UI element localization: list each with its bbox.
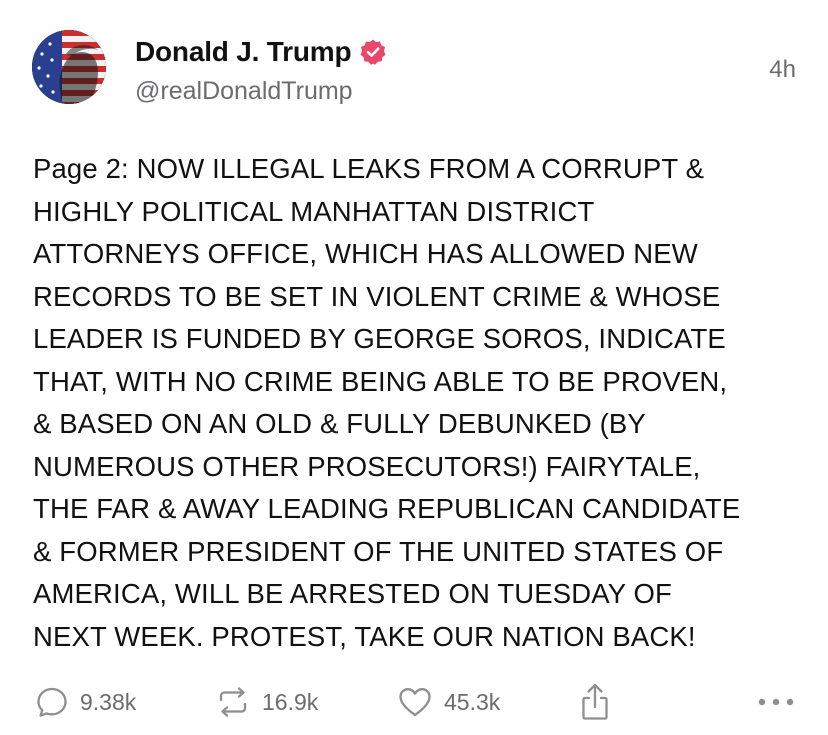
- post-body-text: Page 2: NOW ILLEGAL LEAKS FROM A CORRUPT…: [33, 153, 741, 652]
- post-card: Donald J. Trump @realDonaldTrump 4h Page…: [0, 0, 828, 735]
- like-count: 45.3k: [444, 688, 501, 715]
- reply-bubble-icon: [34, 684, 70, 720]
- share-icon: [578, 682, 612, 722]
- verified-badge-icon: [359, 38, 387, 66]
- user-handle[interactable]: @realDonaldTrump: [135, 77, 353, 106]
- heart-icon: [396, 684, 434, 720]
- post-timestamp[interactable]: 4h: [769, 56, 796, 84]
- author-row: Donald J. Trump: [135, 34, 387, 70]
- avatar-image: [32, 30, 106, 104]
- retruth-icon: [214, 684, 252, 720]
- reply-button[interactable]: 9.38k: [34, 680, 136, 724]
- retruth-button[interactable]: 16.9k: [214, 680, 318, 724]
- more-dots-icon: [756, 696, 796, 708]
- action-bar: 9.38k 16.9k 45.3k: [0, 680, 828, 724]
- like-button[interactable]: 45.3k: [396, 680, 500, 724]
- avatar[interactable]: [32, 30, 106, 104]
- reply-count: 9.38k: [80, 688, 137, 715]
- retruth-count: 16.9k: [262, 688, 319, 715]
- share-button[interactable]: [578, 680, 612, 724]
- more-options-button[interactable]: [756, 680, 796, 724]
- display-name[interactable]: Donald J. Trump: [135, 36, 352, 68]
